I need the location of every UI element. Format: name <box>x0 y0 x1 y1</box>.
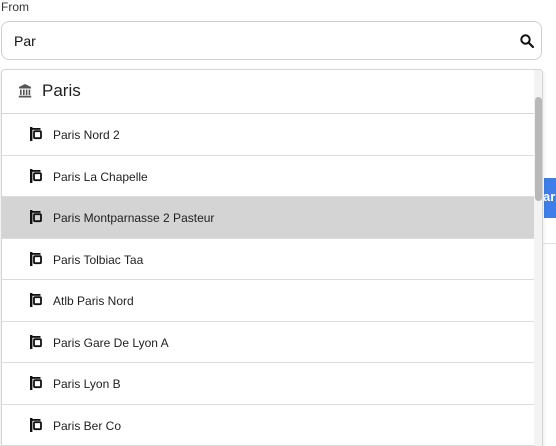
station-option-label: Paris Tolbiac Taa <box>53 252 144 267</box>
station-option-highlighted[interactable]: Paris Montparnasse 2 Pasteur <box>2 197 534 239</box>
city-option-label: Paris <box>42 81 81 100</box>
background-search-button-label: ar <box>544 189 556 204</box>
station-option[interactable]: Paris Tolbiac Taa <box>2 238 534 280</box>
background-panel <box>542 78 556 244</box>
bus-stop-icon <box>30 210 42 224</box>
bus-stop-icon <box>30 251 42 266</box>
bank-icon <box>18 84 32 98</box>
bus-stop-icon <box>30 293 42 307</box>
station-option-label: Paris Gare De Lyon A <box>53 335 169 350</box>
background-search-button[interactable]: ar <box>544 178 556 218</box>
station-option[interactable]: Paris Ber Co <box>2 404 534 446</box>
station-option[interactable]: Paris La Chapelle <box>2 155 534 197</box>
bus-stop-icon <box>30 168 42 183</box>
station-option-label: Paris Montparnasse 2 Pasteur <box>53 211 215 225</box>
station-option-label: Paris Ber Co <box>53 418 122 433</box>
station-option-label: Paris Nord 2 <box>53 128 120 142</box>
station-suggestions-dropdown[interactable]: Paris Paris Nord 2 Paris La Chapelle Par… <box>1 69 543 446</box>
dropdown-scrollbar-thumb[interactable] <box>535 97 542 201</box>
search-icon[interactable] <box>519 33 535 49</box>
bus-stop-icon <box>30 127 42 141</box>
station-option-label: Paris La Chapelle <box>53 169 148 184</box>
city-option-paris[interactable]: Paris <box>2 70 534 114</box>
from-label: From <box>1 0 29 14</box>
station-option-label: Paris Lyon B <box>53 377 121 391</box>
station-option[interactable]: Paris Gare De Lyon A <box>2 321 534 363</box>
station-list: Paris Nord 2 Paris La Chapelle Paris Mon… <box>2 114 534 446</box>
bus-stop-icon <box>30 417 42 432</box>
station-option[interactable]: Paris Nord 2 <box>2 114 534 156</box>
bus-stop-icon <box>30 376 42 390</box>
station-option-label: Atlb Paris Nord <box>53 294 134 308</box>
station-option[interactable]: Atlb Paris Nord <box>2 280 534 322</box>
bus-stop-icon <box>30 334 42 349</box>
dropdown-scrollbar[interactable] <box>534 70 542 446</box>
from-search-input[interactable] <box>14 31 494 51</box>
from-search-field[interactable] <box>1 21 542 60</box>
station-option[interactable]: Paris Lyon B <box>2 363 534 405</box>
